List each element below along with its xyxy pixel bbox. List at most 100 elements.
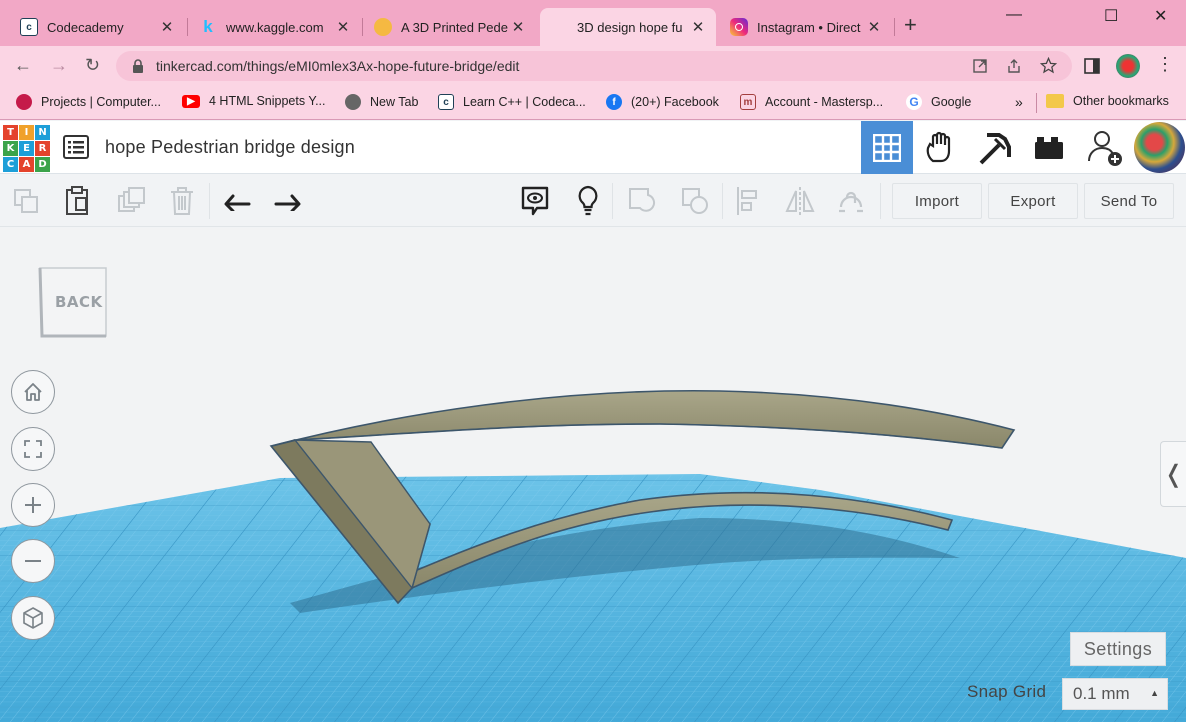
reload-icon[interactable]: ↻ [85, 55, 100, 76]
redo-button[interactable] [272, 185, 304, 217]
sim-lab-button[interactable] [1023, 121, 1075, 174]
side-panel-icon[interactable] [1084, 58, 1100, 74]
tinkercad-icon [550, 18, 568, 36]
bookmark-new-tab[interactable]: New Tab [345, 94, 418, 110]
lightbulb-icon [578, 185, 598, 216]
blocks-button[interactable] [915, 121, 967, 174]
workplane-scene[interactable] [0, 228, 1186, 722]
bookmarks-divider [1036, 93, 1037, 113]
tab-3d-printed[interactable]: A 3D Printed Pede ✕ [364, 8, 536, 46]
undo-button[interactable] [221, 185, 253, 217]
logo-letter: A [19, 157, 34, 172]
cruise-button[interactable] [835, 185, 867, 217]
design-title[interactable]: hope Pedestrian bridge design [105, 137, 355, 158]
bookmark-html-snippets[interactable]: ▶ 4 HTML Snippets Y... [182, 94, 326, 108]
invite-people-button[interactable] [1079, 121, 1131, 174]
settings-button[interactable]: Settings [1070, 632, 1166, 666]
tab-instagram[interactable]: Instagram • Direct ✕ [720, 8, 892, 46]
3d-viewport[interactable]: BACK ❬ Settings Snap Grid 0.1 mm ▲ [0, 228, 1186, 722]
shapes-panel-toggle[interactable]: ❬ [1160, 441, 1186, 507]
view-cube-label: BACK [55, 293, 103, 311]
paste-button[interactable] [61, 185, 93, 217]
raspberry-icon [16, 94, 32, 110]
share-icon[interactable] [1006, 58, 1022, 74]
globe-icon [345, 94, 361, 110]
close-tab-icon[interactable]: ✕ [690, 18, 706, 36]
lock-icon[interactable] [132, 59, 144, 73]
group-button[interactable] [626, 185, 658, 217]
zoom-in-button[interactable] [11, 483, 55, 527]
tab-title: www.kaggle.com [226, 19, 324, 35]
close-tab-icon[interactable]: ✕ [510, 18, 526, 36]
logo-letter: K [3, 141, 18, 156]
design-list-icon[interactable] [63, 135, 89, 159]
other-bookmarks-folder[interactable]: Other bookmarks [1046, 94, 1169, 108]
perspective-toggle-button[interactable] [11, 596, 55, 640]
mirror-icon [785, 187, 815, 215]
maximize-button[interactable]: ☐ [1104, 6, 1118, 26]
home-view-button[interactable] [11, 370, 55, 414]
clipboard-icon [66, 186, 88, 215]
bookmark-google[interactable]: G Google [906, 94, 971, 110]
open-in-app-icon[interactable] [972, 58, 988, 74]
browser-tab-bar: c Codecademy ✕ k www.kaggle.com ✕ A 3D P… [0, 0, 1186, 46]
import-button[interactable]: Import [892, 183, 982, 219]
forward-arrow-icon[interactable]: → [50, 55, 68, 76]
delete-button[interactable] [166, 185, 198, 217]
tab-codecademy[interactable]: c Codecademy ✕ [10, 8, 185, 46]
browser-nav-bar: ← → ↻ tinkercad.com/things/eMI0mlex3Ax-h… [0, 46, 1186, 86]
bookmark-learn-cpp[interactable]: c Learn C++ | Codeca... [438, 94, 586, 110]
tab-title: Codecademy [47, 19, 124, 35]
minus-icon [25, 560, 41, 562]
logo-letter: D [35, 157, 50, 172]
bookmark-account[interactable]: m Account - Mastersp... [740, 94, 883, 110]
align-button[interactable] [732, 185, 764, 217]
tab-tinkercad-active[interactable]: 3D design hope fu ✕ [540, 8, 716, 46]
3d-view-grid-button[interactable] [861, 121, 913, 174]
pickaxe-icon [979, 132, 1011, 164]
bricks-button[interactable] [969, 121, 1021, 174]
user-avatar[interactable] [1134, 122, 1185, 173]
tab-title: Instagram • Direct [757, 19, 861, 35]
view-cube[interactable]: BACK [38, 266, 108, 340]
new-tab-button[interactable]: + [904, 14, 917, 36]
copy-button[interactable] [10, 185, 42, 217]
mirror-button[interactable] [784, 185, 816, 217]
close-tab-icon[interactable]: ✕ [159, 18, 175, 36]
back-arrow-icon[interactable]: ← [14, 55, 32, 76]
close-tab-icon[interactable]: ✕ [866, 18, 882, 36]
snap-grid-select[interactable]: 0.1 mm ▲ [1062, 678, 1168, 710]
bridge-upper-deck[interactable] [271, 389, 1016, 449]
redo-icon [274, 194, 301, 211]
url-text[interactable]: tinkercad.com/things/eMI0mlex3Ax-hope-fu… [156, 58, 519, 74]
toolbar-divider [722, 183, 723, 219]
snap-grid-value: 0.1 mm [1073, 684, 1130, 703]
close-window-button[interactable]: ✕ [1154, 6, 1167, 26]
fit-view-button[interactable] [11, 427, 55, 471]
export-button[interactable]: Export [988, 183, 1078, 219]
bookmarks-overflow-button[interactable]: » [1015, 94, 1023, 110]
profile-avatar[interactable] [1116, 54, 1140, 78]
tinkercad-logo[interactable]: T I N K E R C A D [3, 125, 50, 172]
address-bar[interactable]: tinkercad.com/things/eMI0mlex3Ax-hope-fu… [116, 51, 1072, 81]
browser-menu-icon[interactable]: ⋮ [1156, 54, 1174, 75]
hand-icon [926, 131, 951, 162]
tab-divider [187, 18, 188, 36]
bookmark-star-icon[interactable] [1040, 57, 1057, 74]
notes-button[interactable] [519, 185, 551, 217]
bookmark-label: Projects | Computer... [41, 95, 161, 109]
bookmark-facebook[interactable]: f (20+) Facebook [606, 94, 719, 110]
ungroup-button[interactable] [679, 185, 711, 217]
duplicate-button[interactable] [115, 185, 147, 217]
bookmark-label: (20+) Facebook [631, 95, 719, 109]
bookmark-label: Account - Mastersp... [765, 95, 884, 109]
tab-title: A 3D Printed Pede [401, 19, 508, 35]
instagram-icon [730, 18, 748, 36]
tab-kaggle[interactable]: k www.kaggle.com ✕ [189, 8, 361, 46]
bookmark-projects[interactable]: Projects | Computer... [16, 94, 161, 110]
close-tab-icon[interactable]: ✕ [335, 18, 351, 36]
hint-button[interactable] [572, 185, 604, 217]
minimize-button[interactable]: — [1006, 6, 1022, 24]
send-to-button[interactable]: Send To [1084, 183, 1174, 219]
zoom-out-button[interactable] [11, 539, 55, 583]
